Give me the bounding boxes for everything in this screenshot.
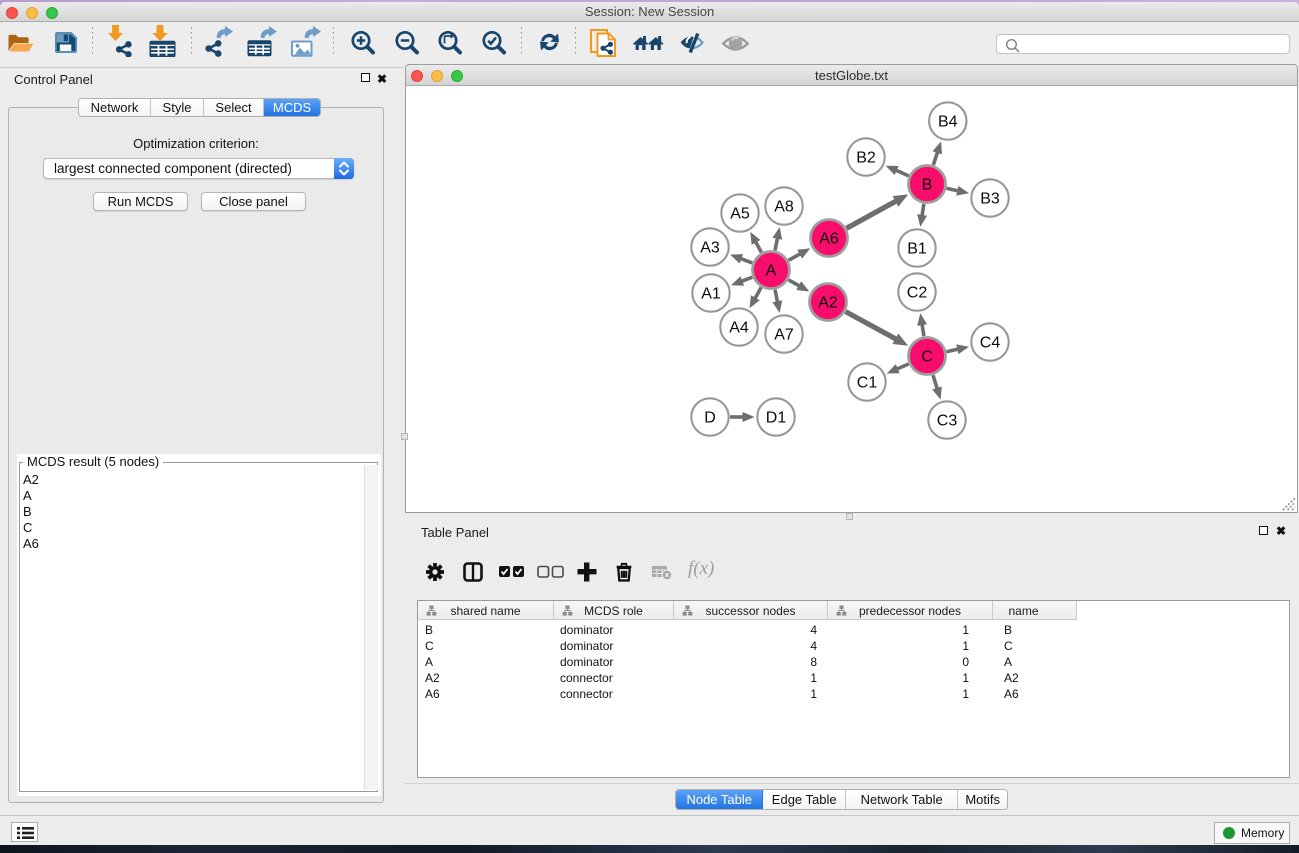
svg-text:C: C [921,349,933,366]
svg-text:C1: C1 [857,375,878,392]
svg-text:C3: C3 [937,413,958,430]
svg-text:B2: B2 [856,150,876,167]
svg-text:A1: A1 [701,286,721,303]
svg-text:A2: A2 [818,295,838,312]
svg-text:B3: B3 [980,191,1000,208]
svg-text:A5: A5 [730,206,750,223]
svg-text:C4: C4 [980,335,1001,352]
svg-text:A8: A8 [774,199,794,216]
svg-text:A: A [766,263,777,280]
svg-text:D1: D1 [766,410,787,427]
svg-text:A7: A7 [774,327,794,344]
svg-text:A6: A6 [819,231,839,248]
svg-text:C2: C2 [907,285,928,302]
svg-text:B1: B1 [907,241,927,258]
svg-text:B: B [922,177,933,194]
svg-text:A3: A3 [700,240,720,257]
svg-text:A4: A4 [729,320,749,337]
svg-text:B4: B4 [938,114,958,131]
svg-text:D: D [704,410,716,427]
